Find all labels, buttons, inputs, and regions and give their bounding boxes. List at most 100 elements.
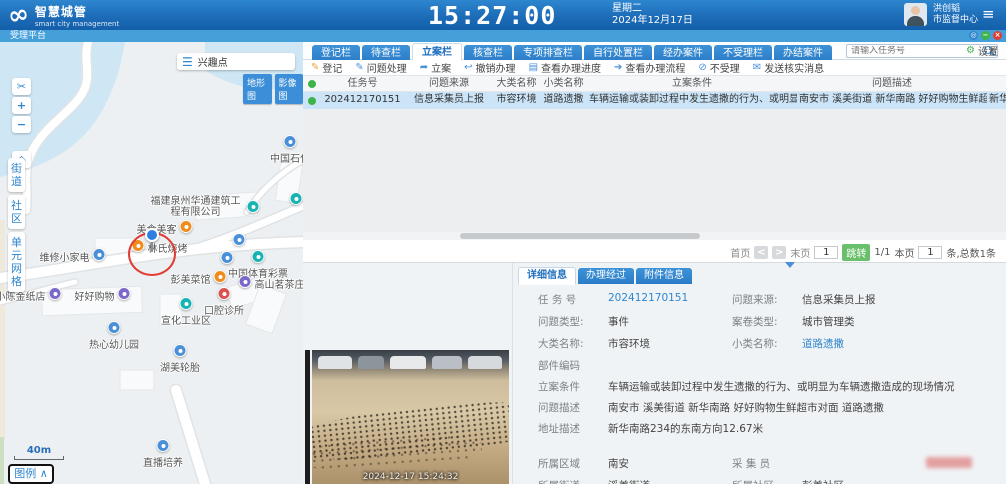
poi-label: 福建泉州华通建筑工程有限公司 [148, 196, 244, 218]
field-label: 问题来源: [732, 292, 796, 307]
问题处理-button[interactable]: ✎问题处理 [355, 60, 406, 75]
zoom-out-button[interactable]: − [12, 116, 31, 133]
avatar[interactable] [904, 3, 927, 26]
horizontal-scrollbar[interactable] [460, 233, 700, 239]
column-header: 大类名称 [493, 76, 540, 91]
status-dot-icon [308, 80, 316, 88]
field-row: 问题描述南安市 溪美街道 新华南路 好好购物生鲜超市对面 道路遗撒 [520, 397, 1004, 418]
poi-宣化工业区[interactable]: 宣化工业区 [180, 297, 193, 310]
table-cell: 市容环境 [493, 92, 540, 109]
登记-button[interactable]: ✎登记 [311, 60, 342, 75]
poi-维修小家电[interactable]: 维修小家电 [93, 248, 106, 261]
jump-button[interactable]: 跳转 [842, 244, 870, 261]
status-dot-icon [308, 97, 316, 105]
poi-pin[interactable] [233, 233, 246, 246]
first-page-button[interactable]: 首页 [730, 245, 750, 260]
horizontal-scrollbar-track[interactable] [303, 232, 1006, 240]
target-icon[interactable]: ◎ [969, 31, 978, 40]
zoom-in-button[interactable]: + [12, 97, 31, 114]
user-info[interactable]: 洪创韬 市监督中心 [904, 3, 978, 26]
car [358, 356, 384, 369]
per-page-label: 本页 [894, 245, 914, 260]
table-cell: 信息采集员上报 [405, 92, 493, 109]
layer-button-单元网格[interactable]: 单元网格 [8, 232, 25, 292]
settings-button[interactable]: ⚙ 设置 [966, 42, 998, 58]
poi-pin-icon [233, 233, 246, 246]
poi-湖美轮胎[interactable]: 湖美轮胎 [174, 344, 187, 357]
poi-彭美菜馆[interactable]: 彭美菜馆 [214, 270, 227, 283]
car [468, 356, 502, 369]
撤销办理-button[interactable]: ↩撤销办理 [464, 60, 515, 75]
poi-热心幼儿园[interactable]: 热心幼儿园 [108, 321, 121, 334]
menu-icon[interactable]: ≡ [982, 8, 1000, 22]
poi-高山茗茶庄[interactable]: 高山茗茶庄 [239, 275, 252, 288]
total-count: 条,总数1条 [946, 245, 996, 260]
poi-pin-icon [252, 250, 265, 263]
poi-中国体育彩票[interactable]: 中国体育彩票 [252, 250, 265, 263]
field-value[interactable]: 202412170151 [608, 292, 728, 304]
poi-好好购物[interactable]: 好好购物 [118, 287, 131, 300]
detail-tab-详细信息[interactable]: 详细信息 [518, 267, 576, 285]
查看办理进度-button[interactable]: ▤查看办理进度 [529, 60, 601, 75]
toolbar-label: 不受理 [710, 60, 740, 75]
minimize-icon[interactable]: − [981, 31, 990, 40]
map-search-box[interactable]: ☰ 兴趣点 [177, 53, 295, 70]
table-cell: 道路遗撒 [540, 92, 587, 109]
collapse-arrow-icon[interactable] [785, 262, 795, 268]
legend-button[interactable]: 图例 ∧ [8, 464, 54, 484]
prev-page-button[interactable]: < [754, 246, 768, 259]
basemap-地形图[interactable]: 地形图 [243, 74, 272, 104]
task-search-input[interactable] [847, 46, 983, 56]
platform-tab[interactable]: 受理平台 [4, 30, 52, 42]
field-value: 南安 [608, 456, 728, 471]
case-photo[interactable]: 2024-12-17 15:24:32 [312, 350, 509, 484]
poi-美食美客[interactable]: 美食美客 [180, 220, 193, 233]
poi-pin-icon [290, 192, 303, 205]
poi-福建泉州华通建筑工程有限公司[interactable]: 福建泉州华通建筑工程有限公司 [247, 200, 260, 213]
发送核实消息-button[interactable]: ✉发送核实消息 [753, 60, 824, 75]
立案-button[interactable]: ➦立案 [420, 60, 451, 75]
poi-口腔诊所[interactable]: 口腔诊所 [218, 287, 231, 300]
detail-tab-附件信息[interactable]: 附件信息 [636, 268, 692, 284]
detail-tab-办理经过[interactable]: 办理经过 [578, 268, 634, 284]
poi-pin[interactable] [221, 251, 234, 264]
toolbar-label: 发送核实消息 [764, 60, 824, 75]
last-page-button[interactable]: 末页 [790, 245, 810, 260]
table-header: 任务号问题来源大类名称小类名称立案条件问题描述 [303, 76, 1006, 92]
map-panel[interactable]: 中国石化福建泉州华通建筑工程有限公司美食美客林氏烧烤维修小家电中国体育彩票彭美菜… [0, 42, 303, 484]
field-value[interactable]: 道路遗撒 [802, 336, 1002, 351]
不受理-button[interactable]: ⊘不受理 [698, 60, 739, 75]
weekday-label: 星期二 [612, 3, 693, 15]
field-row: 所属区域南安采 集 员 [520, 453, 1004, 475]
toolbar-label: 登记 [322, 60, 342, 75]
menu-icon[interactable]: ☰ [182, 56, 193, 68]
layer-button-社区[interactable]: 社区 [8, 195, 25, 229]
poi-pin-icon [284, 135, 297, 148]
next-page-button[interactable]: > [772, 246, 786, 259]
per-page-input[interactable] [918, 246, 942, 259]
measure-tool-icon[interactable]: ✂ [12, 78, 31, 95]
poi-小陈金纸店[interactable]: 小陈金纸店 [49, 287, 62, 300]
detail-section: 2024-12-17 15:24:32 ▣↑↓⊞ 图片上报[1-3/3][市区采… [303, 262, 1006, 484]
toolbar-icon: ✉ [753, 62, 761, 73]
table-row[interactable]: 202412170151信息采集员上报市容环境道路遗撒车辆运输或装卸过程中发生遗… [303, 92, 1006, 109]
layer-button-街道[interactable]: 街道 [8, 158, 25, 192]
field-label: 任 务 号 [538, 292, 608, 307]
selected-location-marker[interactable] [145, 228, 159, 252]
field-label: 所属社区 [732, 478, 796, 484]
toolbar-icon: ➦ [420, 62, 428, 73]
column-header: 任务号 [320, 76, 405, 91]
poi-直播培养[interactable]: 直播培养 [157, 439, 170, 452]
basemap-switcher: 地形图影像图 [243, 74, 303, 104]
toolbar-label: 撤销办理 [476, 60, 516, 75]
map-scale: 40m [14, 445, 64, 460]
poi-pin[interactable] [290, 192, 303, 205]
查看办理流程-button[interactable]: ➔查看办理流程 [614, 60, 685, 75]
poi-pin-icon [108, 321, 121, 334]
basemap-影像图[interactable]: 影像图 [275, 74, 304, 104]
field-value: 市容环境 [608, 336, 728, 351]
page-number-input[interactable] [814, 246, 838, 259]
poi-中国石化[interactable]: 中国石化 [284, 135, 297, 148]
close-icon[interactable]: × [993, 31, 1002, 40]
car [318, 356, 352, 369]
